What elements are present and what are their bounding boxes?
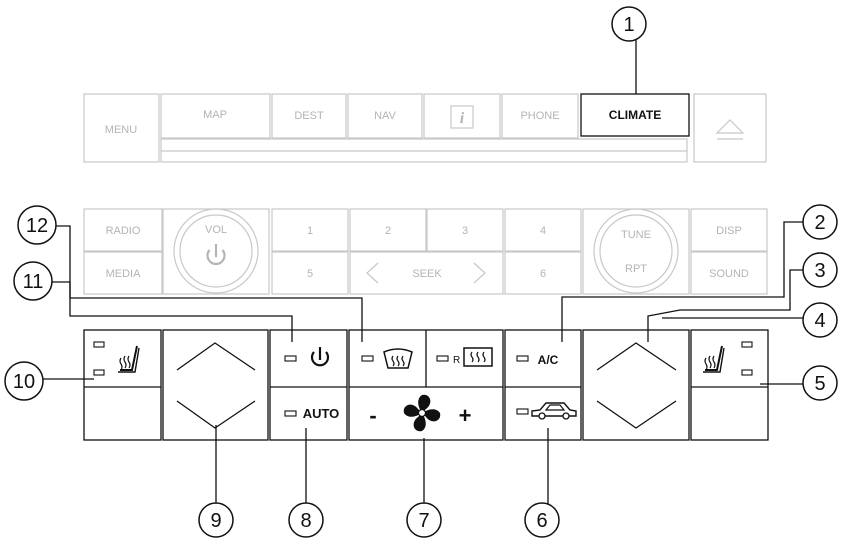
callout-10-label: 10 [13, 371, 35, 393]
power-led [284, 355, 297, 362]
preset-5-label: 5 [307, 268, 313, 280]
power-icon [206, 244, 226, 266]
driver-temp-rocker[interactable] [162, 329, 269, 441]
passenger-seat-heater-led-high [741, 341, 753, 348]
callout-8-label: 8 [300, 510, 311, 532]
tune-knob-frame [582, 208, 690, 295]
ac-label[interactable]: A/C [538, 353, 559, 367]
callout-4-label: 4 [814, 310, 825, 332]
callout-2-label: 2 [814, 212, 825, 234]
callout-9-label: 9 [210, 510, 221, 532]
rpt-label: RPT [625, 263, 647, 275]
climate-label: CLIMATE [609, 108, 661, 122]
info-icon-label: i [460, 110, 465, 127]
callout-6: 6 [524, 502, 560, 538]
callout-7: 7 [406, 502, 442, 538]
auto-led [284, 410, 297, 417]
preset-3-label: 3 [462, 225, 468, 237]
callout-1-label: 1 [623, 14, 634, 36]
auto-label[interactable]: AUTO [303, 406, 340, 421]
recirc-led [516, 408, 529, 415]
tune-knob-outer[interactable] [593, 208, 679, 294]
ac-led [516, 355, 529, 362]
disp-label: DISP [716, 225, 742, 237]
preset-2-label: 2 [385, 225, 391, 237]
fan-minus-label[interactable]: - [369, 403, 376, 428]
media-label: MEDIA [106, 268, 142, 280]
callout-2: 2 [802, 204, 838, 240]
callout-8: 8 [288, 502, 324, 538]
callout-5: 5 [802, 365, 838, 401]
power-auto-button-group [269, 329, 348, 441]
leader-2 [561, 221, 806, 342]
preset-4-label: 4 [540, 225, 546, 237]
tune-label: TUNE [621, 229, 651, 241]
dest-label: DEST [294, 110, 324, 122]
callout-3: 3 [802, 252, 838, 288]
passenger-seat-heater-button[interactable] [690, 329, 769, 441]
rear-defrost-led [436, 355, 449, 362]
driver-seat-heater-led-low [93, 369, 105, 376]
callout-10: 10 [4, 361, 44, 401]
climate-control-diagram: MENU MAP DEST NAV i PHONE CLIMATE RADIO … [4, 6, 838, 538]
fan-plus-label[interactable]: + [459, 403, 472, 428]
callout-12: 12 [17, 205, 57, 245]
seek-right-icon [473, 262, 486, 284]
callout-11-label: 11 [23, 271, 44, 293]
callout-6-label: 6 [536, 510, 547, 532]
phone-label: PHONE [520, 110, 559, 122]
ac-recirc-button-group [504, 329, 582, 441]
nav-label: NAV [374, 110, 396, 122]
menu-label: MENU [105, 124, 137, 136]
callout-11: 11 [13, 261, 53, 301]
rear-defrost-r-label: R [453, 355, 460, 366]
sound-label: SOUND [709, 268, 749, 280]
driver-seat-heater-led-high [93, 341, 105, 348]
callout-3-label: 3 [814, 260, 825, 282]
callout-12-label: 12 [26, 215, 48, 237]
seek-label: SEEK [412, 268, 442, 280]
leader-12 [56, 225, 363, 342]
callout-4: 4 [802, 302, 838, 338]
eject-icon [715, 119, 745, 140]
audio-button-rows: RADIO MEDIA VOL 1 2 3 4 5 SEEK 6 TUNE RP… [83, 208, 768, 295]
passenger-temp-rocker[interactable] [582, 329, 690, 441]
vol-label: VOL [205, 224, 227, 236]
seek-left-icon [366, 262, 379, 284]
preset-6-label: 6 [540, 268, 546, 280]
eject-button[interactable] [693, 93, 767, 163]
preset-1-label: 1 [307, 225, 313, 237]
map-label: MAP [203, 109, 227, 121]
callout-9: 9 [198, 502, 234, 538]
callout-5-label: 5 [814, 373, 825, 395]
tune-knob-inner [599, 214, 673, 288]
front-defrost-led [361, 355, 374, 362]
passenger-seat-heater-led-low [741, 369, 753, 376]
callout-7-label: 7 [418, 510, 429, 532]
radio-label: RADIO [106, 225, 141, 237]
callout-1: 1 [611, 6, 647, 42]
